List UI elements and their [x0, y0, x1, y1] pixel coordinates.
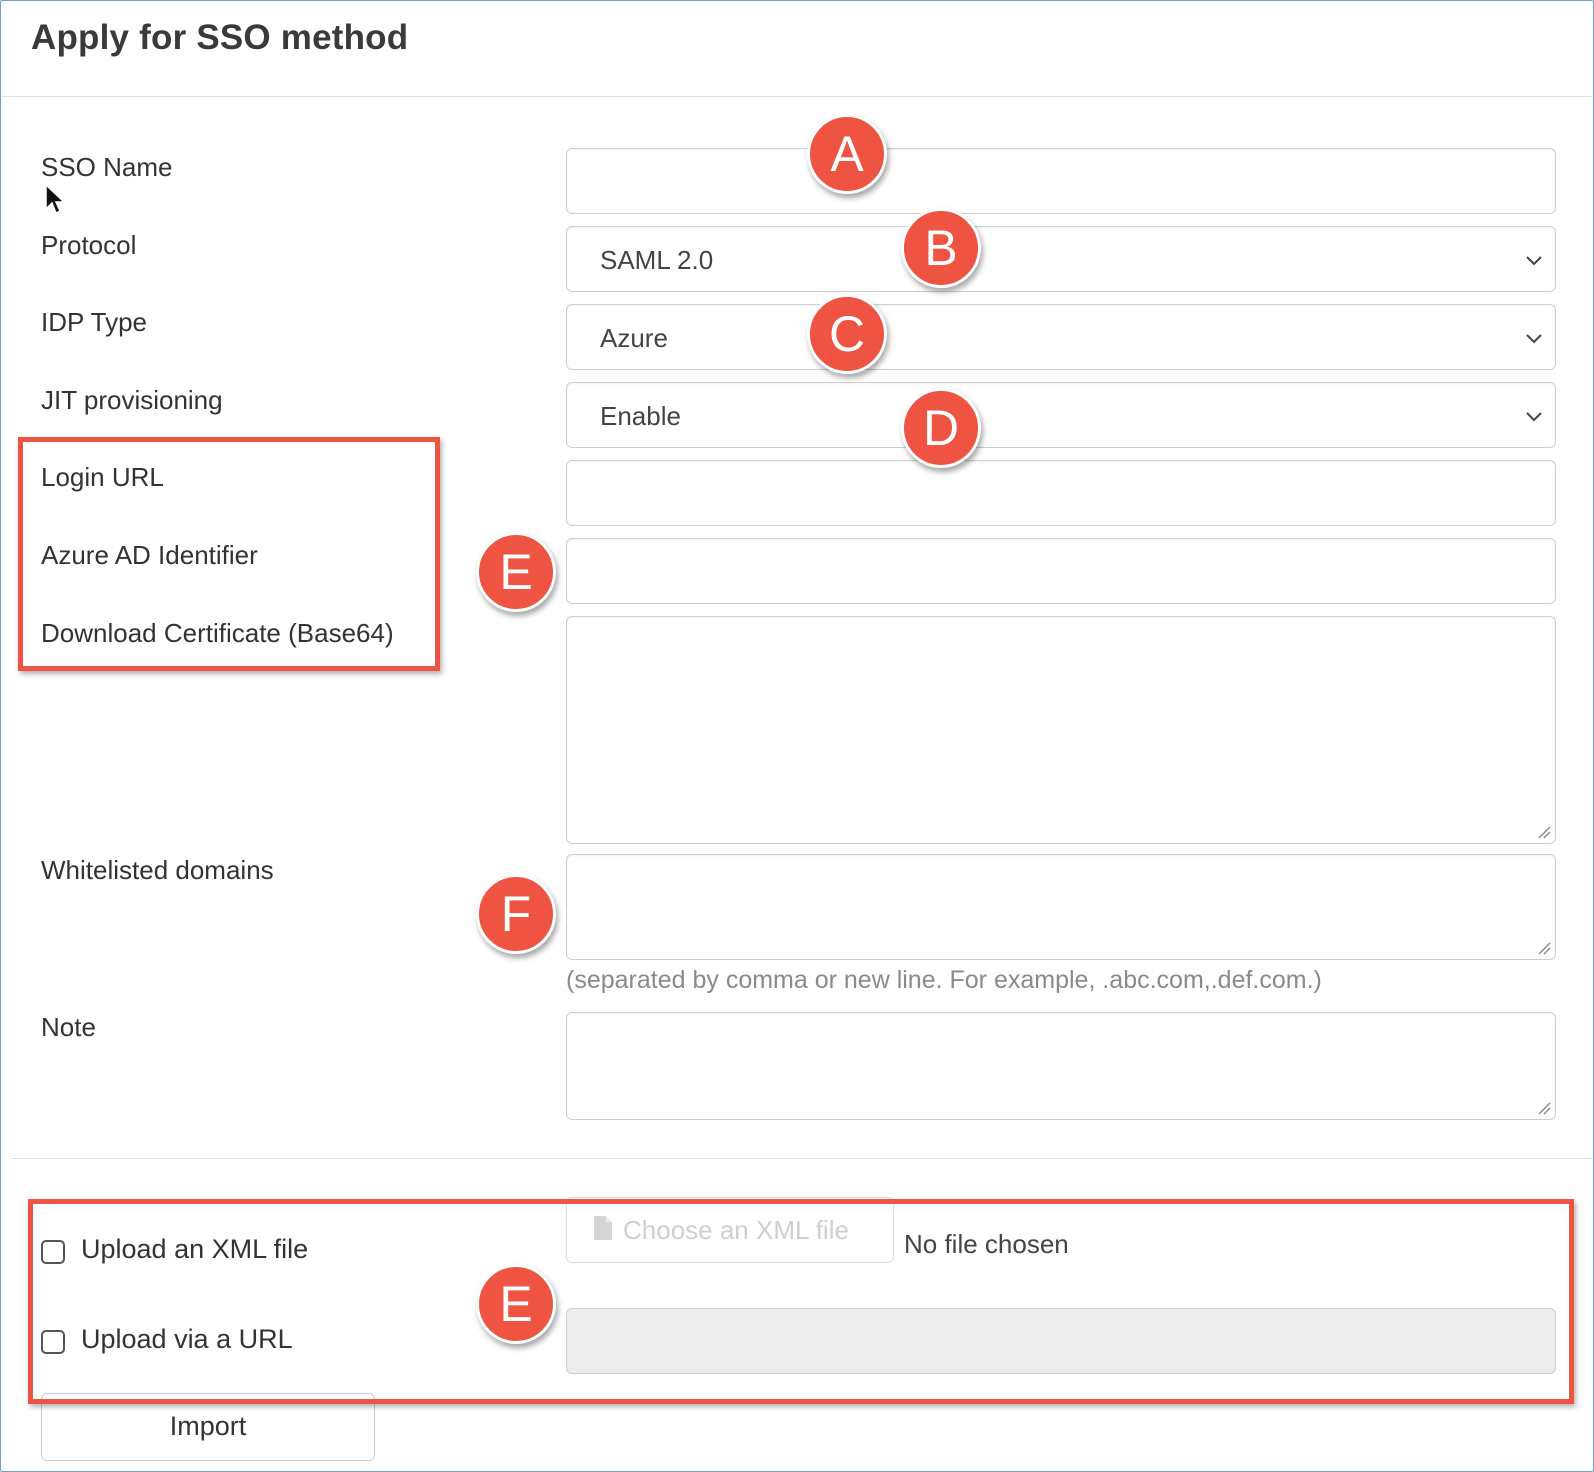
- sso-name-label: SSO Name: [41, 152, 173, 182]
- callout-badge-b: B: [901, 208, 981, 288]
- callout-box-upload: [28, 1199, 1574, 1404]
- whitelisted-domains-hint: (separated by comma or new line. For exa…: [566, 966, 1322, 994]
- azure-ad-identifier-input[interactable]: [566, 538, 1556, 604]
- whitelisted-domains-textarea[interactable]: [566, 854, 1556, 960]
- idp-type-label: IDP Type: [41, 307, 147, 337]
- sso-name-input[interactable]: [566, 148, 1556, 214]
- chevron-down-icon: [1526, 256, 1542, 266]
- callout-badge-e-upload: E: [476, 1264, 556, 1344]
- jit-selected-value: Enable: [600, 401, 681, 431]
- whitelisted-domains-label: Whitelisted domains: [41, 855, 274, 885]
- resize-handle-icon[interactable]: [1537, 941, 1551, 955]
- idp-type-selected-value: Azure: [600, 323, 668, 353]
- idp-type-select[interactable]: Azure: [566, 304, 1556, 370]
- note-textarea[interactable]: [566, 1012, 1556, 1120]
- callout-badge-e-fields: E: [476, 532, 556, 612]
- chevron-down-icon: [1526, 412, 1542, 422]
- resize-handle-icon[interactable]: [1537, 1101, 1551, 1115]
- page-title: Apply for SSO method: [31, 18, 409, 57]
- header-divider: [2, 96, 1592, 97]
- jit-provisioning-select[interactable]: Enable: [566, 382, 1556, 448]
- note-label: Note: [41, 1012, 96, 1042]
- chevron-down-icon: [1526, 334, 1542, 344]
- callout-badge-d: D: [901, 388, 981, 468]
- certificate-textarea[interactable]: [566, 616, 1556, 844]
- jit-provisioning-label: JIT provisioning: [41, 385, 223, 415]
- resize-handle-icon[interactable]: [1537, 825, 1551, 839]
- callout-badge-a: A: [807, 114, 887, 194]
- protocol-selected-value: SAML 2.0: [600, 245, 714, 275]
- callout-badge-f: F: [476, 874, 556, 954]
- protocol-label: Protocol: [41, 230, 137, 260]
- callout-box-fields: [18, 437, 440, 671]
- protocol-select[interactable]: SAML 2.0: [566, 226, 1556, 292]
- login-url-input[interactable]: [566, 460, 1556, 526]
- mouse-pointer-icon: [45, 183, 66, 215]
- callout-badge-c: C: [807, 294, 887, 374]
- section-divider: [11, 1158, 1593, 1159]
